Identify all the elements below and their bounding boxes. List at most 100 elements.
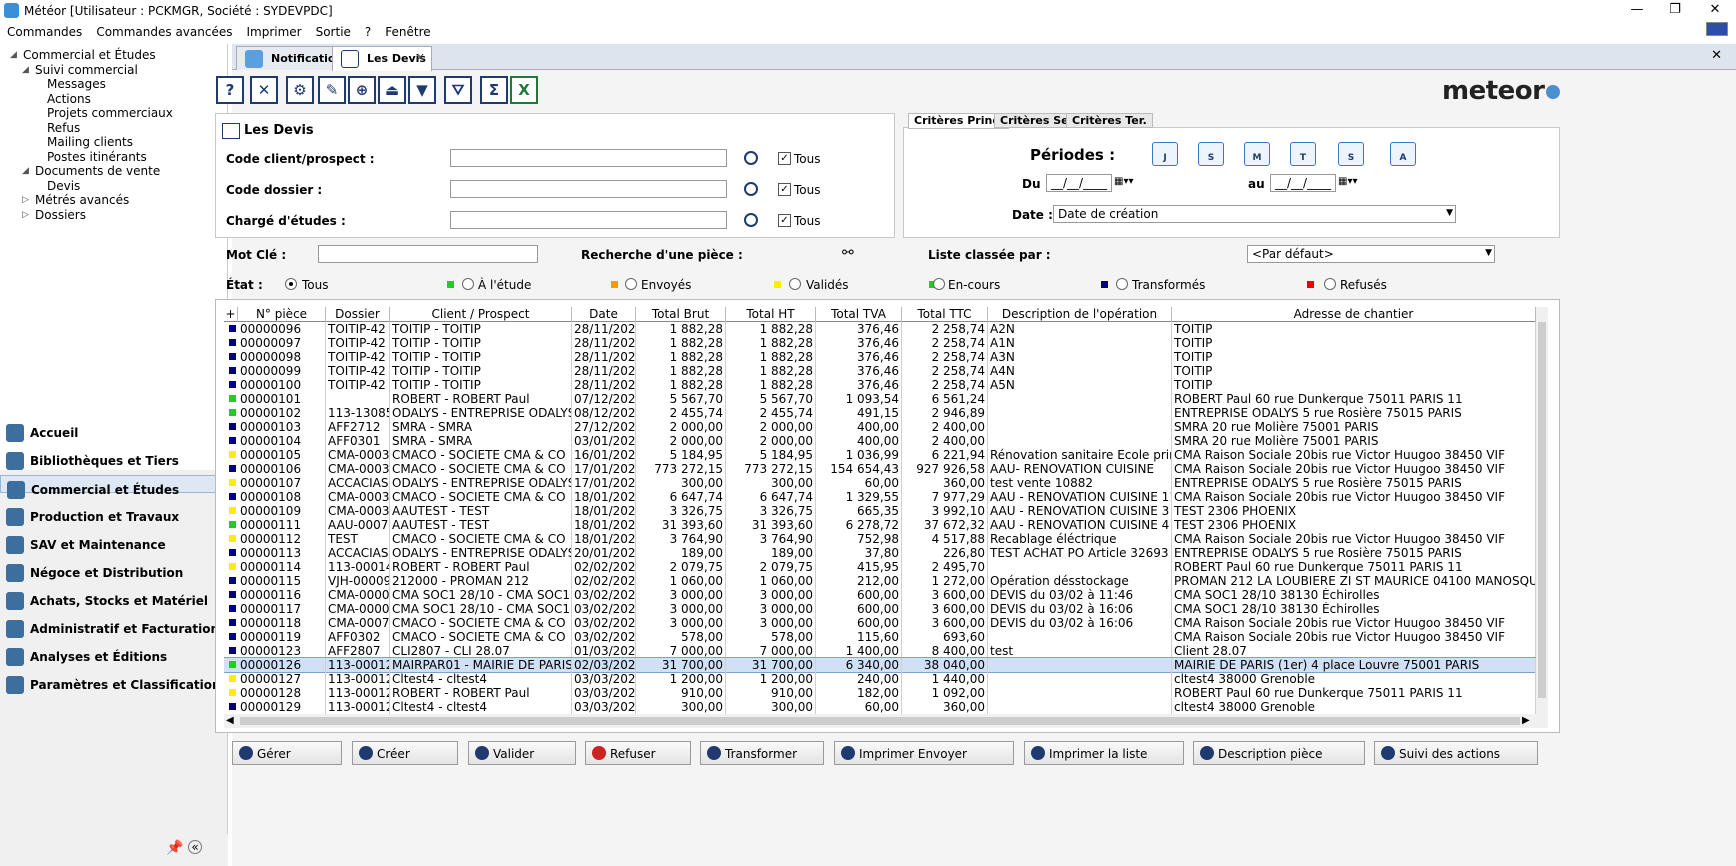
criteria-tab-2[interactable]: Critères Ter. — [1066, 113, 1153, 128]
settings-button[interactable]: ⚙ — [286, 76, 314, 104]
table-row[interactable]: 00000114113-000142ROBERT - ROBERT Paul02… — [224, 560, 1536, 574]
period-J-icon[interactable]: J — [1152, 142, 1178, 166]
tree-item[interactable]: Mailing clients — [47, 135, 133, 149]
field-input-0[interactable] — [450, 149, 727, 167]
description-piece-button[interactable]: Description pièce — [1193, 741, 1365, 765]
etat-radio-0[interactable] — [285, 278, 297, 290]
table-row[interactable]: 00000109CMA-000352AAUTEST - TEST18/01/20… — [224, 504, 1536, 518]
period-T-icon[interactable]: T — [1290, 142, 1316, 166]
delete-button[interactable]: ✕ — [250, 76, 278, 104]
period-S-icon[interactable]: S — [1338, 142, 1364, 166]
table-row[interactable]: 00000113 ACCACIAS ODALYS - ENTREPRISE ODAL… — [224, 546, 1536, 560]
tous-checkbox[interactable]: ✓ — [778, 152, 791, 165]
tree-item[interactable]: Refus — [47, 121, 80, 135]
column-header[interactable]: Total TVA — [816, 307, 902, 322]
period-A-icon[interactable]: A — [1390, 142, 1416, 166]
tree-expand-icon[interactable]: ▷ — [22, 210, 29, 220]
tree-item[interactable]: Actions — [47, 92, 91, 106]
horizontal-scroll-thumb[interactable] — [240, 717, 1520, 725]
edit-button[interactable]: ✎ — [318, 76, 346, 104]
menu-item-5[interactable]: Fenêtre — [378, 22, 437, 39]
tree-item[interactable]: Métrés avancés — [35, 193, 129, 207]
etat-radio-3[interactable] — [789, 278, 801, 290]
table-row[interactable]: 00000111AAU-000786AAUTEST - TEST18/01/20… — [224, 518, 1536, 532]
column-header[interactable]: Adresse de chantier — [1172, 307, 1536, 322]
table-row[interactable]: 00000098 TOITIP-42 TOITIP - TOITIP 28/11/20… — [224, 350, 1536, 364]
tree-item[interactable]: Devis — [47, 179, 80, 193]
column-header[interactable]: N° pièce — [238, 307, 326, 322]
menu-item-3[interactable]: Sortie — [309, 22, 358, 39]
refuser-button[interactable]: Refuser — [585, 741, 691, 765]
etat-radio-6[interactable] — [1324, 278, 1336, 290]
tree-item[interactable]: Dossiers — [35, 208, 86, 222]
creer-button[interactable]: Créer — [352, 741, 458, 765]
nav-5[interactable]: Négoce et Distribution — [0, 559, 228, 587]
tree-item[interactable]: Suivi commercial — [35, 63, 138, 77]
column-header[interactable]: Total HT — [726, 307, 816, 322]
nav-0[interactable]: Accueil — [0, 419, 228, 447]
mot-cle-input[interactable] — [318, 245, 538, 263]
minimize-icon[interactable]: — — [1622, 2, 1652, 20]
table-row[interactable]: 00000107 ACCACIAS ODALYS - ENTREPRISE ODAL… — [224, 476, 1536, 490]
column-header[interactable]: Date — [572, 307, 636, 322]
nav-1[interactable]: Bibliothèques et Tiers — [0, 447, 228, 475]
table-row[interactable]: 00000108CMA-000342CMACO - SOCIETE CMA & … — [224, 490, 1536, 504]
collapse-icon[interactable]: « — [188, 840, 202, 854]
etat-radio-4[interactable] — [933, 278, 945, 290]
table-row[interactable]: 00000103AFF2712SMRA - SMRA27/12/20222 00… — [224, 420, 1536, 434]
nav-3[interactable]: Production et Travaux — [0, 503, 228, 531]
pin-icon[interactable]: 📌 — [166, 840, 183, 856]
nav-6[interactable]: Achats, Stocks et Matériel — [0, 587, 228, 615]
table-row[interactable]: 00000102113-1308521ODALYS - ENTREPRISE O… — [224, 406, 1536, 420]
table-row[interactable]: 00000097 TOITIP-42 TOITIP - TOITIP 28/11/20… — [224, 336, 1536, 350]
column-header[interactable]: Client / Prospect — [390, 307, 572, 322]
search-icon[interactable] — [744, 182, 758, 196]
tree-item[interactable]: Documents de vente — [35, 164, 160, 178]
table-row[interactable]: 00000096 TOITIP-42 TOITIP - TOITIP 28/11/20… — [224, 322, 1536, 336]
search-icon[interactable] — [744, 213, 758, 227]
valider-button[interactable]: Valider — [468, 741, 576, 765]
column-header[interactable]: Total TTC — [902, 307, 988, 322]
table-row[interactable]: 00000123 AFF2807 CLI2807 - CLI 28.07 01/03/… — [224, 644, 1536, 658]
table-row[interactable]: 00000112 TEST CMACO - SOCIETE CMA & CO 18/0… — [224, 532, 1536, 546]
table-row[interactable]: 00000127113-000122Cltest4 - cltest403/03… — [224, 672, 1536, 686]
tree-item[interactable]: Commercial et Études — [23, 48, 156, 62]
tree-expand-icon[interactable]: ▷ — [22, 195, 29, 205]
suivi-actions-button[interactable]: Suivi des actions — [1374, 741, 1538, 765]
table-row[interactable]: 00000100 TOITIP-42 TOITIP - TOITIP 28/11/20… — [224, 378, 1536, 392]
date-from-input[interactable]: __/__/____ — [1046, 174, 1112, 192]
field-input-1[interactable] — [450, 180, 727, 198]
move-down-button[interactable]: ▼ — [408, 76, 436, 104]
liste-select[interactable]: <Par défaut> ▼ — [1247, 245, 1495, 263]
nav-2[interactable]: Commercial et Études — [0, 475, 228, 499]
table-row[interactable]: 00000106CMA-000342CMACO - SOCIETE CMA & … — [224, 462, 1536, 476]
period-S-icon[interactable]: S — [1198, 142, 1224, 166]
sum-button[interactable]: Σ — [480, 76, 508, 104]
nav-7[interactable]: Administratif et Facturation — [0, 615, 228, 643]
calendar-icon[interactable]: ▦▾▾ — [1114, 176, 1134, 187]
help-button[interactable]: ? — [216, 76, 244, 104]
close-tab-icon[interactable]: ✕ — [416, 51, 425, 64]
tab-les-devis[interactable]: Les Devis ✕ — [332, 46, 432, 71]
menu-item-1[interactable]: Commandes avancées — [89, 22, 239, 39]
excel-button[interactable]: X — [510, 76, 538, 104]
table-row[interactable]: 00000105CMA-000342CMACO - SOCIETE CMA & … — [224, 448, 1536, 462]
tree-item[interactable]: Messages — [47, 77, 106, 91]
transformer-button[interactable]: Transformer — [700, 741, 824, 765]
table-row[interactable]: 00000126113-000122MAIRPAR01 - MAIRIE DE … — [224, 657, 1536, 673]
close-window-icon[interactable]: ✕ — [1700, 2, 1730, 20]
menu-item-2[interactable]: Imprimer — [239, 22, 308, 39]
filter-button[interactable]: ⛛ — [444, 76, 472, 104]
nav-9[interactable]: Paramètres et Classifications — [0, 671, 228, 699]
table-row[interactable]: 00000117CMA-000042CMA SOC1 28/10 - CMA S… — [224, 602, 1536, 616]
calendar-icon[interactable]: ▦▾▾ — [1338, 176, 1358, 187]
vertical-scroll-thumb[interactable] — [1538, 322, 1546, 698]
table-row[interactable]: 00000101ROBERT - ROBERT Paul07/12/20225 … — [224, 392, 1536, 406]
etat-radio-1[interactable] — [462, 278, 474, 290]
binoculars-icon[interactable]: ⚯ — [842, 245, 854, 261]
tree-expand-icon[interactable]: ◢ — [22, 65, 29, 75]
close-all-icon[interactable]: ✕ — [1711, 48, 1722, 63]
date-to-input[interactable]: __/__/____ — [1270, 174, 1336, 192]
move-up-button[interactable]: ⏏ — [378, 76, 406, 104]
nav-8[interactable]: Analyses et Éditions — [0, 643, 228, 671]
